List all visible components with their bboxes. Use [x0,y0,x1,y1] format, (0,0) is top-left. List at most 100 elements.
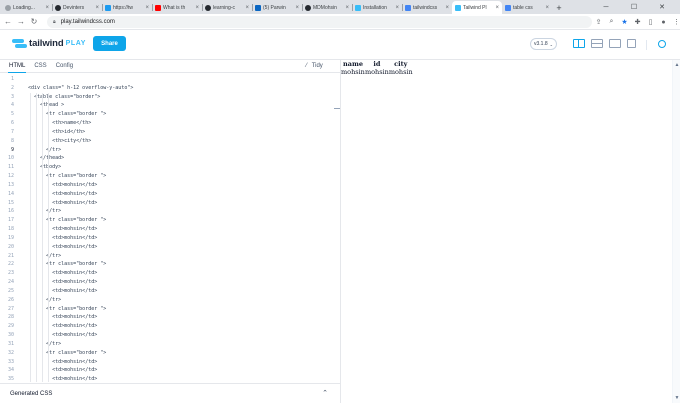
browser-tab[interactable]: tailwindcss × [402,1,452,14]
linkedin-icon [255,4,261,11]
maximize-icon[interactable]: ☐ [620,3,648,11]
indent-guide [30,93,31,382]
preview-cell: mohsin [341,68,365,76]
line-number: 29 [7,323,14,330]
layout-responsive-icon[interactable] [627,39,636,48]
minimize-icon[interactable]: ─ [592,4,620,11]
preview-scrollbar[interactable]: ▲ ▼ [672,60,680,403]
layout-horizontal-icon[interactable] [591,39,603,48]
scroll-down-icon[interactable]: ▼ [674,395,680,401]
close-tab-icon[interactable]: × [345,5,349,11]
generated-css-panel[interactable]: Generated CSS ⌃ [0,383,340,403]
code-line: 1 [0,75,340,84]
sidebar-icon[interactable]: ▯ [644,18,657,26]
share-page-icon[interactable]: ⇪ [592,18,605,26]
browser-tab[interactable]: learning-c × [202,1,252,14]
browser-tab[interactable]: Installation × [352,1,402,14]
code-text: <div class=" h-12 overflow-y-auto"> [28,84,134,91]
close-tab-icon[interactable]: × [95,5,99,11]
browser-tab-title: tailwindcss [413,4,438,11]
browser-tab-title: table css [513,4,533,11]
code-text: <td>mohsin</td> [28,234,98,241]
code-line: 13 <td>mohsin</td> [0,181,340,190]
brand-name: tailwind [29,38,64,49]
browser-tab[interactable]: (5) Parwin × [252,1,302,14]
bookmark-star-icon[interactable]: ★ [618,18,631,26]
tidy-label: Tidy [311,63,323,69]
close-icon[interactable]: ✕ [648,3,676,11]
browser-tab-title: MDMohsin [313,4,337,11]
code-text: </tr> [28,208,62,215]
line-number: 33 [7,358,14,365]
close-tab-icon[interactable]: × [295,5,299,11]
tailwind-logo-icon [12,39,27,48]
code-line: 25 <td>mohsin</td> [0,287,340,296]
code-text: <td>mohsin</td> [28,358,98,365]
code-text: <td>mohsin</td> [28,190,98,197]
code-line: 3 <table class="border"> [0,93,340,102]
browser-tab[interactable]: What is th × [152,1,202,14]
code-text: <tr class="border "> [28,217,107,224]
browser-tab-title: Devinters [63,4,85,11]
browser-tab[interactable]: Loading... × [2,1,52,14]
browser-tab-title: Loading... [13,4,35,11]
tab-html[interactable]: HTML [7,63,27,73]
zoom-icon[interactable]: ⌕ [605,18,618,26]
tab-css[interactable]: CSS [34,63,46,69]
tailwind-play-logo[interactable]: tailwind PLAY [12,38,86,49]
code-line: 29 <td>mohsin</td> [0,322,340,331]
close-tab-icon[interactable]: × [245,5,249,11]
code-line: 14 <td>mohsin</td> [0,190,340,199]
code-line: 5 <tr class="border "> [0,110,340,119]
play-header: tailwind PLAY Share v3.1.8 ⌄ [0,30,680,60]
address-bar[interactable]: 🔒︎ play.tailwindcss.com [47,16,592,28]
extensions-icon[interactable]: ✚ [631,18,644,26]
chevron-up-icon[interactable]: ⌃ [322,389,328,397]
scroll-up-icon[interactable]: ▲ [674,62,680,68]
new-tab-button[interactable]: + [552,1,566,14]
browser-tab[interactable]: https://tw × [102,1,152,14]
browser-tab[interactable]: MDMohsin × [302,1,352,14]
code-text: <td>mohsin</td> [28,376,98,382]
browser-tab[interactable]: Devinters × [52,1,102,14]
line-number: 2 [10,84,14,91]
preview-table: name id city mohsin mohsin mohsin [341,60,413,76]
share-button[interactable]: Share [93,36,126,51]
close-tab-icon[interactable]: × [45,5,49,11]
line-number: 32 [7,349,14,356]
header-divider [646,40,647,50]
browser-tab[interactable]: table css × [502,1,552,14]
close-tab-icon[interactable]: × [545,5,549,11]
tab-config[interactable]: Config [56,63,73,69]
close-tab-icon[interactable]: × [495,5,499,11]
tidy-button[interactable]: ⁄ Tidy [306,63,323,69]
code-text: <td>mohsin</td> [28,287,98,294]
browser-tab-title: What is th [163,4,186,11]
version-select[interactable]: v3.1.8 ⌄ [530,38,557,50]
line-number: 8 [10,137,14,144]
close-tab-icon[interactable]: × [195,5,199,11]
close-tab-icon[interactable]: × [145,5,149,11]
menu-icon[interactable]: ⋮ [670,18,680,26]
layout-preview-icon[interactable] [609,39,621,48]
splitter-handle[interactable] [334,108,340,109]
indent-guide [48,93,49,382]
browser-tab[interactable]: Tailwind Pl × [452,1,502,14]
code-text: <tr class="border "> [28,261,107,268]
close-tab-icon[interactable]: × [445,5,449,11]
line-number: 7 [10,128,14,135]
back-icon[interactable]: ← [3,17,13,26]
code-line: 24 <td>mohsin</td> [0,278,340,287]
close-tab-icon[interactable]: × [395,5,399,11]
line-number: 26 [7,296,14,303]
layout-vertical-icon[interactable] [573,39,585,48]
code-editor[interactable]: 1 2 <div class=" h-12 overflow-y-auto"> 3 <… [0,75,340,382]
theme-toggle-icon[interactable] [658,40,666,48]
profile-avatar[interactable]: ● [657,19,670,26]
reload-icon[interactable]: ↻ [29,17,39,26]
browser-tab-title: Installation [363,4,387,11]
forward-icon[interactable]: → [16,17,26,26]
line-number: 24 [7,279,14,286]
layout-switcher [573,39,642,48]
code-text: <tr class="border "> [28,349,107,356]
